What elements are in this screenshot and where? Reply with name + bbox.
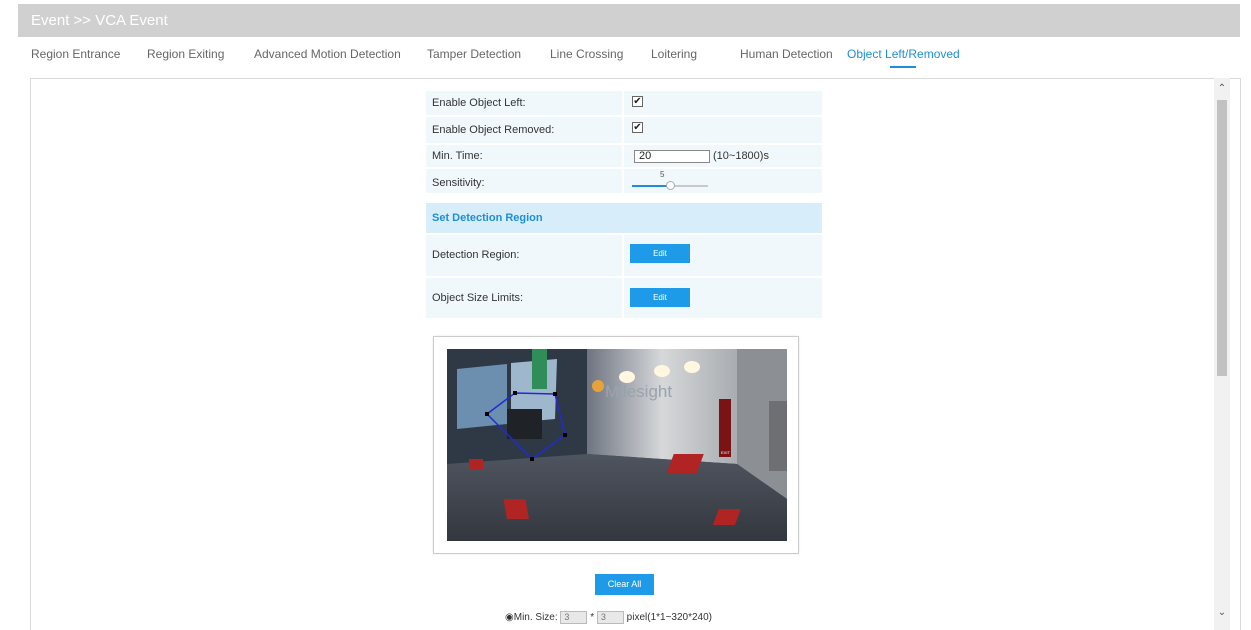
min-size-width-input[interactable]: 3 [560,611,588,624]
detection-section-header: Set Detection Region [426,203,822,233]
sensitivity-value: 5 [660,170,665,179]
detection-region-row: Detection Region: Edit [426,235,822,276]
min-size-radio[interactable]: ◉ [505,612,514,623]
sensitivity-row: Sensitivity: 5 [426,169,822,193]
enable-object-removed-checkbox[interactable]: ✔ [632,122,643,133]
camera-preview[interactable]: Milesight EXIT [447,349,787,541]
chevron-up-icon[interactable]: ⌃ [1217,84,1227,94]
min-time-row: Min. Time: 20 (10~1800)s [426,145,822,167]
min-time-cell: 20 (10~1800)s [622,145,822,167]
camera-preview-frame: Milesight EXIT [433,336,799,554]
sensitivity-cell: 5 [622,169,822,193]
sensitivity-slider[interactable] [632,181,708,190]
clear-all-button[interactable]: Clear All [595,574,654,595]
min-size-times-sign: * [590,612,595,624]
page-title: Event >> VCA Event [31,12,168,29]
enable-object-removed-label: Enable Object Removed: [432,124,555,136]
enable-object-left-label: Enable Object Left: [432,97,526,109]
vertical-scrollbar[interactable]: ⌃ ⌄ [1214,78,1230,630]
detection-region-cell: Edit [622,235,822,276]
camera-exit-marker-text: EXIT [721,450,730,455]
tab-loitering[interactable]: Loitering [651,47,697,61]
detection-section-title: Set Detection Region [432,212,543,224]
detection-region-edit-button[interactable]: Edit [630,244,690,263]
tab-advanced-motion-detection[interactable]: Advanced Motion Detection [254,47,401,61]
min-size-row: ◉Min. Size: 3 * 3 pixel(1*1~320*240) [505,611,712,624]
tab-tamper-detection[interactable]: Tamper Detection [427,47,521,61]
min-time-input[interactable]: 20 [634,150,710,163]
object-size-limits-label: Object Size Limits: [432,292,524,304]
enable-object-removed-cell: ✔ [622,117,822,143]
object-size-limits-cell: Edit [622,278,822,318]
min-time-range-hint: (10~1800)s [713,150,769,162]
min-size-height-input[interactable]: 3 [596,611,624,624]
scrollbar-thumb[interactable] [1217,100,1227,376]
enable-object-left-row: Enable Object Left: ✔ [426,91,822,115]
min-size-label: Min. Size: [513,612,558,624]
camera-logo-text: Milesight [605,382,672,401]
camera-scene-image: Milesight EXIT [447,349,787,541]
enable-object-left-checkbox[interactable]: ✔ [632,96,643,107]
enable-object-left-cell: ✔ [622,91,822,115]
sensitivity-slider-fill [632,185,670,187]
tab-line-crossing[interactable]: Line Crossing [550,47,623,61]
sensitivity-slider-thumb[interactable] [666,181,675,190]
tab-region-exiting[interactable]: Region Exiting [147,47,224,61]
tab-human-detection[interactable]: Human Detection [740,47,833,61]
sensitivity-label: Sensitivity: [432,177,485,189]
tab-region-entrance[interactable]: Region Entrance [31,47,120,61]
tab-bar: Region Entrance Region Exiting Advanced … [0,47,1251,69]
chevron-down-icon[interactable]: ⌄ [1217,608,1227,618]
object-size-limits-edit-button[interactable]: Edit [630,288,690,307]
enable-object-removed-row: Enable Object Removed: ✔ [426,117,822,143]
tab-object-left-removed[interactable]: Object Left/Removed [847,47,960,68]
page-titlebar: Event >> VCA Event [18,4,1240,37]
min-time-label: Min. Time: [432,150,483,162]
active-tab-indicator [890,66,916,68]
object-size-limits-row: Object Size Limits: Edit [426,278,822,318]
detection-region-label: Detection Region: [432,249,520,261]
tab-object-left-removed-label: Object Left/Removed [847,47,960,61]
min-size-unit: pixel(1*1~320*240) [626,612,713,624]
